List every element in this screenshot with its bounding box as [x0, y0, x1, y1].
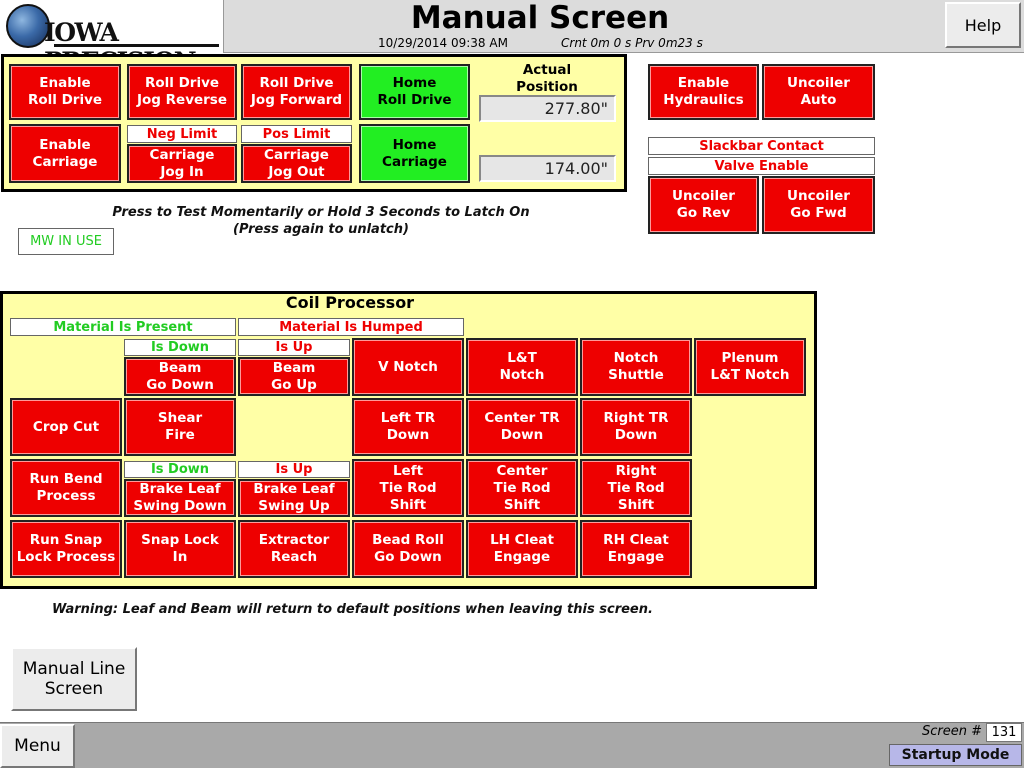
warning-message: Warning: Leaf and Beam will return to de…	[52, 602, 653, 617]
bead-roll-go-down-button[interactable]: Bead Roll Go Down	[352, 520, 464, 578]
leaf-is-up-indicator: Is Up	[238, 461, 350, 478]
beam-go-down-button[interactable]: Beam Go Down	[124, 357, 236, 396]
leaf-is-down-indicator: Is Down	[124, 461, 236, 478]
extractor-reach-button[interactable]: Extractor Reach	[238, 520, 350, 578]
screen-number-value: 131	[986, 723, 1022, 742]
enable-roll-drive-button[interactable]: Enable Roll Drive	[9, 64, 121, 120]
roll-drive-jog-forward-button[interactable]: Roll Drive Jog Forward	[241, 64, 352, 120]
left-tie-rod-shift-button[interactable]: Left Tie Rod Shift	[352, 459, 464, 517]
material-present-indicator: Material Is Present	[10, 318, 236, 336]
actual-position-label: Actual Position	[516, 62, 578, 95]
left-tr-down-button[interactable]: Left TR Down	[352, 398, 464, 456]
logo-underline	[54, 44, 219, 47]
manual-line-screen-button[interactable]: Manual Line Screen	[11, 647, 137, 711]
enable-carriage-button[interactable]: Enable Carriage	[9, 124, 121, 183]
uncoiler-auto-button[interactable]: Uncoiler Auto	[762, 64, 875, 120]
center-tr-down-button[interactable]: Center TR Down	[466, 398, 578, 456]
help-button[interactable]: Help	[945, 2, 1021, 48]
brake-leaf-swing-up-button[interactable]: Brake Leaf Swing Up	[238, 479, 350, 517]
uncoiler-go-fwd-button[interactable]: Uncoiler Go Fwd	[762, 176, 875, 234]
shear-fire-button[interactable]: Shear Fire	[124, 398, 236, 456]
date-time: 10/29/2014 09:38 AM	[378, 36, 508, 50]
cycle-timers: Crnt 0m 0 s Prv 0m23 s	[561, 36, 703, 50]
beam-is-up-indicator: Is Up	[238, 339, 350, 356]
coil-processor-title: Coil Processor	[285, 293, 415, 312]
snap-lock-in-button[interactable]: Snap Lock In	[124, 520, 236, 578]
v-notch-button[interactable]: V Notch	[352, 338, 464, 396]
screen-number-label: Screen #	[922, 724, 983, 739]
page-title: Manual Screen	[410, 0, 670, 36]
company-logo: IOWA PRECISION	[0, 0, 224, 76]
center-tie-rod-shift-button[interactable]: Center Tie Rod Shift	[466, 459, 578, 517]
carriage-position-field: 174.00"	[479, 155, 616, 182]
slackbar-contact-indicator: Slackbar Contact	[648, 137, 875, 155]
right-tie-rod-shift-button[interactable]: Right Tie Rod Shift	[580, 459, 692, 517]
brake-leaf-swing-down-button[interactable]: Brake Leaf Swing Down	[124, 479, 236, 517]
carriage-jog-out-button[interactable]: Carriage Jog Out	[241, 144, 352, 183]
neg-limit-indicator: Neg Limit	[127, 125, 237, 143]
home-roll-drive-button[interactable]: Home Roll Drive	[359, 64, 470, 120]
home-carriage-button[interactable]: Home Carriage	[359, 124, 470, 183]
plenum-lt-notch-button[interactable]: Plenum L&T Notch	[694, 338, 806, 396]
valve-enable-indicator: Valve Enable	[648, 157, 875, 175]
uncoiler-go-rev-button[interactable]: Uncoiler Go Rev	[648, 176, 759, 234]
footer-bar	[0, 722, 1024, 768]
roll-drive-jog-reverse-button[interactable]: Roll Drive Jog Reverse	[127, 64, 237, 120]
crop-cut-button[interactable]: Crop Cut	[10, 398, 122, 456]
lh-cleat-engage-button[interactable]: LH Cleat Engage	[466, 520, 578, 578]
beam-go-up-button[interactable]: Beam Go Up	[238, 357, 350, 396]
right-tr-down-button[interactable]: Right TR Down	[580, 398, 692, 456]
menu-button[interactable]: Menu	[0, 724, 75, 768]
material-humped-indicator: Material Is Humped	[238, 318, 464, 336]
carriage-jog-in-button[interactable]: Carriage Jog In	[127, 144, 237, 183]
notch-shuttle-button[interactable]: Notch Shuttle	[580, 338, 692, 396]
rh-cleat-engage-button[interactable]: RH Cleat Engage	[580, 520, 692, 578]
run-bend-process-button[interactable]: Run Bend Process	[10, 459, 122, 517]
pos-limit-indicator: Pos Limit	[241, 125, 352, 143]
roll-position-field: 277.80"	[479, 95, 616, 122]
lt-notch-button[interactable]: L&T Notch	[466, 338, 578, 396]
beam-is-down-indicator: Is Down	[124, 339, 236, 356]
mode-status: Startup Mode	[889, 744, 1022, 766]
enable-hydraulics-button[interactable]: Enable Hydraulics	[648, 64, 759, 120]
mw-in-use-indicator: MW IN USE	[18, 228, 114, 255]
run-snap-lock-process-button[interactable]: Run Snap Lock Process	[10, 520, 122, 578]
instruction-line-1: Press to Test Momentarily or Hold 3 Seco…	[112, 205, 530, 220]
